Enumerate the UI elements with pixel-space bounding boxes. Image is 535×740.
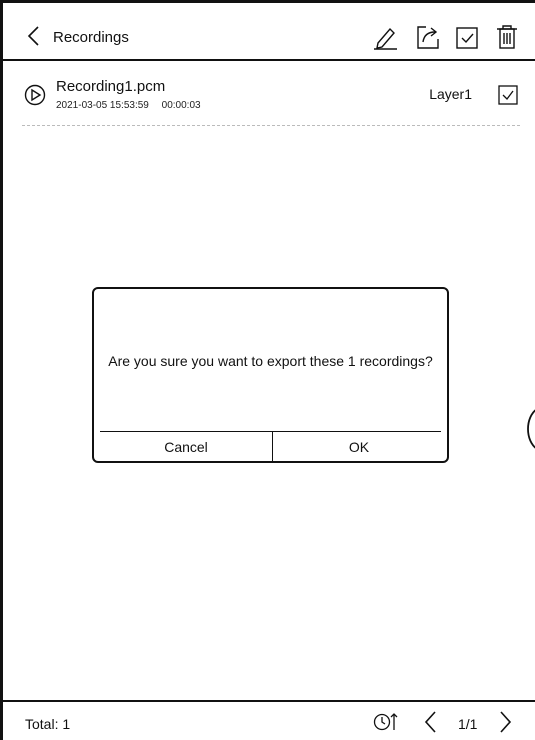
play-icon[interactable]	[24, 84, 46, 106]
page-indicator: 1/1	[458, 716, 478, 732]
dialog-message: Are you sure you want to export these 1 …	[108, 353, 433, 369]
row-checkbox[interactable]	[498, 85, 518, 105]
pencil-icon[interactable]	[371, 23, 399, 51]
sort-by-time-icon[interactable]	[373, 710, 399, 734]
total-count: Total: 1	[25, 716, 71, 732]
dialog-divider	[100, 431, 441, 432]
recording-layer: Layer1	[429, 86, 472, 102]
back-chevron-icon[interactable]	[25, 25, 43, 47]
recording-datetime: 2021-03-05 15:53:59	[56, 100, 149, 111]
recording-meta: 2021-03-05 15:53:59 00:00:03	[56, 100, 211, 111]
export-confirm-dialog: Are you sure you want to export these 1 …	[92, 287, 449, 463]
recording-filename: Recording1.pcm	[56, 78, 166, 95]
recording-duration: 00:00:03	[161, 100, 201, 111]
prev-page-icon[interactable]	[423, 710, 439, 734]
cancel-button[interactable]: Cancel	[100, 433, 272, 461]
header-bar: Recordings	[3, 3, 535, 61]
side-handle-icon[interactable]	[521, 407, 535, 451]
trash-icon[interactable]	[493, 23, 521, 51]
export-icon[interactable]	[414, 23, 442, 51]
ok-button[interactable]: OK	[273, 433, 445, 461]
footer-bar: Total: 1 1/1	[3, 700, 535, 740]
page-title: Recordings	[53, 29, 129, 46]
select-all-checkbox-icon[interactable]	[453, 23, 481, 51]
next-page-icon[interactable]	[497, 710, 513, 734]
recording-row[interactable]: Recording1.pcm 2021-03-05 15:53:59 00:00…	[22, 64, 520, 126]
